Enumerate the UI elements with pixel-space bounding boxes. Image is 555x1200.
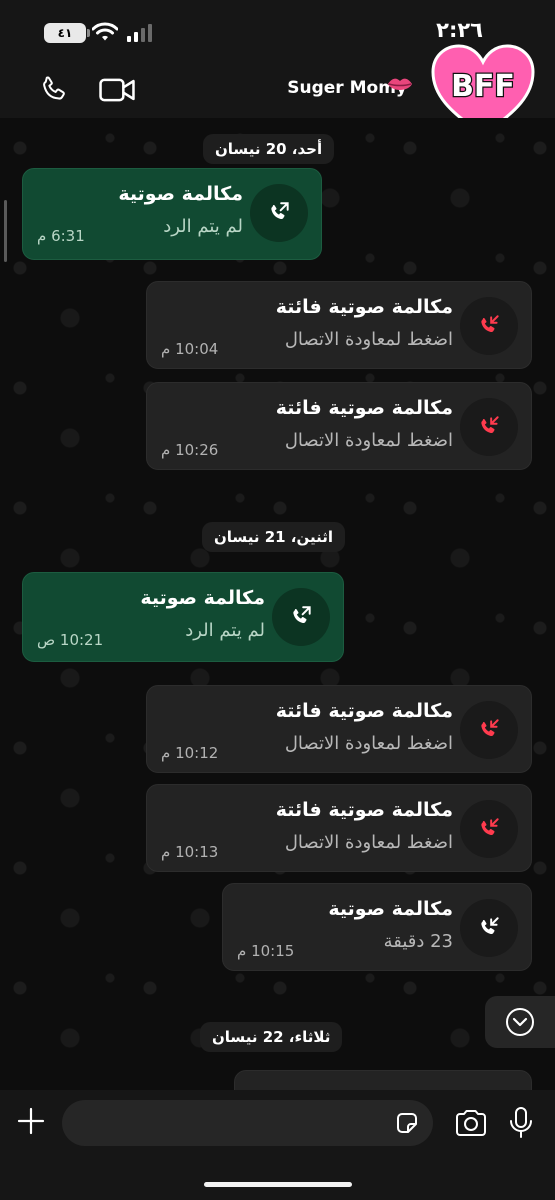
call-icon-circle [460,398,518,456]
chevron-down-icon [506,1008,534,1036]
call-title: مكالمة صوتية [118,183,243,205]
call-message-missed[interactable]: مكالمة صوتية فائتة اضغط لمعاودة الاتصال … [146,382,532,470]
composer-bar [0,1090,555,1200]
message-input[interactable] [62,1100,433,1146]
date-separator: ثلاثاء، 22 نيسان [200,1022,343,1052]
video-icon[interactable] [98,76,136,104]
scroll-to-bottom-button[interactable] [485,996,555,1048]
call-title: مكالمة صوتية فائتة [275,700,453,722]
status-time: ٢:٢٦ [436,18,483,42]
message-time: 10:26 م [161,441,219,459]
call-message-incoming[interactable]: مكالمة صوتية 23 دقيقة 10:15 م [222,883,532,971]
call-message-missed[interactable]: مكالمة صوتية فائتة اضغط لمعاودة الاتصال … [146,784,532,872]
call-title: مكالمة صوتية [140,587,265,609]
outgoing-call-icon [271,202,289,220]
call-status: اضغط لمعاودة الاتصال [284,832,453,853]
message-time: 10:21 ص [37,631,104,649]
sticker-icon[interactable] [394,1110,420,1136]
outgoing-call-icon [293,606,311,624]
plus-icon[interactable] [16,1106,46,1136]
call-title: مكالمة صوتية فائتة [275,799,453,821]
call-icon-circle [272,588,330,646]
call-status: اضغط لمعاودة الاتصال [284,329,453,350]
wifi-icon [92,22,118,41]
call-message-missed[interactable]: مكالمة صوتية فائتة اضغط لمعاودة الاتصال … [146,685,532,773]
message-list[interactable]: أحد، 20 نيسان مكالمة صوتية لم يتم الرد 6… [0,118,555,1090]
call-title: مكالمة صوتية فائتة [275,296,453,318]
missed-call-icon [481,416,499,434]
cellular-signal-icon [127,24,152,42]
avatar-text: BFF [451,69,515,104]
call-message-partial[interactable] [234,1070,532,1090]
microphone-icon[interactable] [508,1106,534,1140]
battery-indicator: ٤١ [44,23,90,43]
call-status: اضغط لمعاودة الاتصال [284,430,453,451]
message-time: 10:15 م [237,942,295,960]
date-separator: أحد، 20 نيسان [203,134,335,164]
call-message-missed[interactable]: مكالمة صوتية فائتة اضغط لمعاودة الاتصال … [146,281,532,369]
lips-emoji-icon [388,78,412,90]
call-title: مكالمة صوتية فائتة [275,397,453,419]
incoming-call-icon [481,917,499,935]
missed-call-icon [481,818,499,836]
call-message-outgoing[interactable]: مكالمة صوتية لم يتم الرد 6:31 م [22,168,322,260]
missed-call-icon [481,719,499,737]
call-icon-circle [460,899,518,957]
call-icon-circle [460,800,518,858]
date-separator: اثنين، 21 نيسان [202,522,346,552]
call-icon-circle [250,184,308,242]
call-status: اضغط لمعاودة الاتصال [284,733,453,754]
call-message-outgoing[interactable]: مكالمة صوتية لم يتم الرد 10:21 ص [22,572,344,662]
call-duration: 23 دقيقة [383,931,453,952]
message-time: 6:31 م [37,227,85,245]
missed-call-icon [481,315,499,333]
call-title: مكالمة صوتية [328,898,453,920]
message-time: 10:04 م [161,340,219,358]
phone-icon[interactable] [38,74,70,106]
chat-header: Suger Momy BFF [0,42,555,140]
camera-icon[interactable] [454,1109,488,1137]
call-icon-circle [460,297,518,355]
home-indicator [204,1182,352,1187]
message-time: 10:13 م [161,843,219,861]
scrollbar[interactable] [4,200,7,262]
call-icon-circle [460,701,518,759]
call-status: لم يتم الرد [163,216,243,237]
call-status: لم يتم الرد [185,620,265,641]
message-time: 10:12 م [161,744,219,762]
